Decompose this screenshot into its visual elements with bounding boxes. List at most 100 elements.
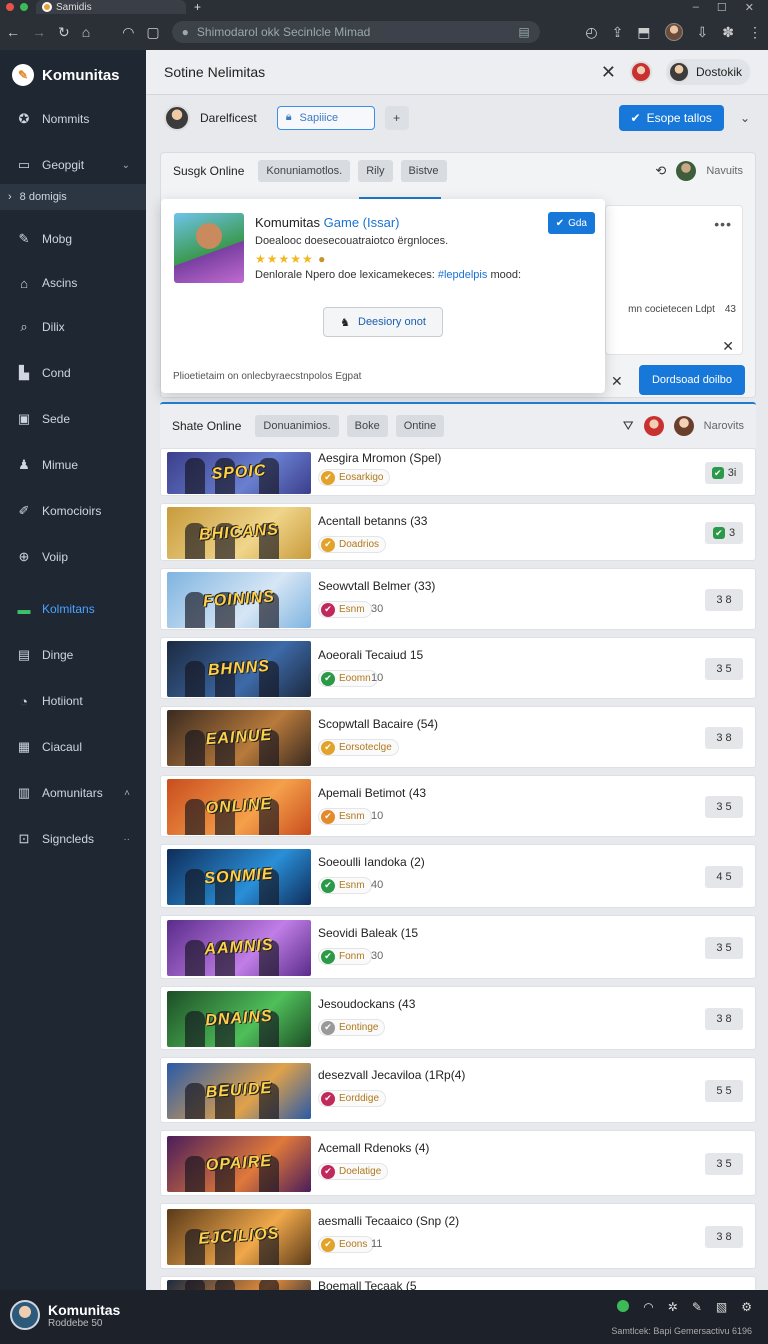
filter-chip[interactable]: Donuanimios. bbox=[255, 415, 339, 437]
sidebar-subitem[interactable]: › 8 domigis bbox=[0, 184, 146, 210]
expand-caret-icon[interactable]: ·· bbox=[123, 834, 130, 845]
game-row[interactable]: FOININS Seowvtall Belmer (33) ✔ Esnm 30 3 8 bbox=[160, 568, 756, 630]
game-name[interactable]: Aesgira Mromon (Spel) bbox=[318, 451, 441, 465]
chevron-down-icon[interactable]: ⌄ bbox=[740, 111, 750, 125]
sidebar-item-kolmitans[interactable]: ▬ Kolmitans bbox=[0, 590, 146, 628]
game-tag[interactable]: ✔ Esnm bbox=[318, 601, 372, 618]
refresh-icon[interactable]: ◠ bbox=[643, 1300, 653, 1314]
game-name[interactable]: Seovidi Baleak (15 bbox=[318, 926, 418, 940]
game-score-badge[interactable]: 3 8 bbox=[705, 589, 743, 611]
game-row[interactable]: BHNNS Aoeorali Tecaiud 15 ✔ Eoomn 10 3 5 bbox=[160, 637, 756, 699]
sidebar-item-nommits[interactable]: ✪ Nommits bbox=[0, 100, 146, 138]
popup-action-button[interactable]: ♞ Deesiory onot bbox=[323, 307, 443, 337]
extension-icon[interactable]: ◠ bbox=[122, 24, 134, 41]
sparkle-icon[interactable]: ✲ bbox=[668, 1300, 678, 1314]
game-name[interactable]: Jesoudockans (43 bbox=[318, 997, 415, 1011]
game-score-badge[interactable]: 3 8 bbox=[705, 727, 743, 749]
sidebar-item-mobg[interactable]: ✎ Mobg bbox=[0, 220, 146, 258]
close-icon[interactable]: ✕ bbox=[722, 338, 734, 355]
refresh-icon[interactable]: ⟲ bbox=[655, 163, 666, 179]
reader-icon[interactable]: ▤ bbox=[518, 25, 529, 39]
game-row[interactable]: DNAINS Jesoudockans (43 ✔ Eontinge 3 8 bbox=[160, 986, 756, 1050]
game-score-badge[interactable]: 3 5 bbox=[705, 1153, 743, 1175]
popup-badge-button[interactable]: ✔ Gda bbox=[547, 212, 595, 234]
game-name[interactable]: Scopwtall Bacaire (54) bbox=[318, 717, 438, 731]
filter-chip[interactable]: Konuniamotlos. bbox=[258, 160, 351, 182]
menu-icon[interactable]: ⋮ bbox=[748, 24, 762, 41]
current-user-avatar[interactable] bbox=[164, 104, 190, 131]
game-row[interactable]: ONLINE Apemali Betimot (43 ✔ Esnm 10 3 5 bbox=[160, 775, 756, 837]
back-icon[interactable]: ← bbox=[6, 24, 20, 40]
game-name[interactable]: Aoeorali Tecaiud 15 bbox=[318, 648, 423, 662]
sidebar-item-komocioirs[interactable]: ✐ Komocioirs bbox=[0, 492, 146, 530]
close-icon[interactable]: ✕ bbox=[745, 1, 754, 14]
friend-avatar[interactable] bbox=[673, 416, 694, 436]
more-options-icon[interactable]: ••• bbox=[714, 216, 732, 232]
sidebar-item-sede[interactable]: ▣ Sede bbox=[0, 400, 146, 438]
edit-icon[interactable]: ✎ bbox=[692, 1300, 702, 1314]
image-icon[interactable]: ▧ bbox=[716, 1300, 727, 1314]
extensions-icon[interactable]: ⬒ bbox=[637, 24, 650, 41]
side-user-avatar[interactable] bbox=[676, 161, 697, 181]
game-row[interactable]: AAMNIS Seovidi Baleak (15 ✔ Fonm 30 3 5 bbox=[160, 915, 756, 979]
forward-icon[interactable]: → bbox=[32, 24, 46, 40]
home-icon[interactable]: ⌂ bbox=[82, 24, 90, 40]
filter-chip[interactable]: Ontine bbox=[395, 415, 445, 437]
game-name[interactable]: aesmalli Tecaaico (Snp (2) bbox=[318, 1214, 459, 1228]
site-info-icon[interactable]: ● bbox=[182, 25, 189, 39]
game-tag[interactable]: ✔ Eosarkigo bbox=[318, 469, 391, 486]
game-tag[interactable]: ✔ Eoons bbox=[318, 1236, 375, 1253]
download-button[interactable]: Dordsoad doilbo bbox=[639, 365, 745, 395]
game-tag[interactable]: ✔ Doelatige bbox=[318, 1163, 389, 1180]
game-tag[interactable]: ✔ Eontinge bbox=[318, 1019, 386, 1036]
game-row[interactable]: EJCILIOS aesmalli Tecaaico (Snp (2) ✔ Eoons… bbox=[160, 1203, 756, 1269]
bookmark-icon[interactable]: ▢ bbox=[146, 24, 159, 41]
close-window-dot[interactable] bbox=[6, 3, 14, 11]
game-score-badge[interactable]: 3 8 bbox=[705, 1008, 743, 1030]
download-icon[interactable]: ⇩ bbox=[697, 24, 709, 41]
game-tag[interactable]: ✔ Eoomn bbox=[318, 670, 378, 687]
game-tag[interactable]: ✔ Esnm bbox=[318, 808, 372, 825]
game-row[interactable]: SPOIC Aesgira Mromon (Spel) ✔ Eosarkigo ✔ 3i bbox=[160, 448, 756, 496]
new-tab-icon[interactable]: + bbox=[194, 0, 201, 14]
game-row[interactable]: BHICANS Acentall betanns (33 ✔ Doadrios ✔ 3 bbox=[160, 503, 756, 561]
game-score-badge[interactable]: 3 5 bbox=[705, 796, 743, 818]
address-bar[interactable]: ● Shimodarol okk Secinlcle Mimad ▤ bbox=[171, 21, 540, 43]
game-score-badge[interactable]: 3 5 bbox=[705, 658, 743, 680]
sidebar-item-ascins[interactable]: ⌂ Ascins bbox=[0, 264, 146, 302]
game-name[interactable]: Acemall Rdenoks (4) bbox=[318, 1141, 429, 1155]
game-score-badge[interactable]: ✔ 3i bbox=[705, 462, 743, 484]
restore-icon[interactable]: ☐ bbox=[717, 1, 727, 14]
sort-icon[interactable]: ⛛ bbox=[623, 418, 634, 434]
maximize-window-dot[interactable] bbox=[20, 3, 28, 11]
game-tag[interactable]: ✔ Doadrios bbox=[318, 536, 387, 553]
status-online-icon[interactable] bbox=[617, 1300, 630, 1312]
expand-caret-icon[interactable]: ⌄ bbox=[122, 160, 130, 171]
profile-avatar[interactable] bbox=[664, 23, 683, 41]
sidebar-item-ciacaul[interactable]: ▦ Ciacaul bbox=[0, 728, 146, 766]
game-name[interactable]: desezvall Jecaviloa (1Rp(4) bbox=[318, 1068, 465, 1082]
reload-icon[interactable]: ↻ bbox=[58, 24, 70, 41]
game-score-badge[interactable]: ✔ 3 bbox=[705, 522, 743, 544]
game-row[interactable]: OPAIRE Acemall Rdenoks (4) ✔ Doelatige 3 5 bbox=[160, 1130, 756, 1196]
close-icon[interactable]: ✕ bbox=[601, 62, 616, 83]
game-tag[interactable]: ✔ Fonm bbox=[318, 948, 372, 965]
sidebar-item-signcleds[interactable]: ⊡ Signcleds ·· bbox=[0, 820, 146, 858]
share-icon[interactable]: ⇪ bbox=[612, 24, 624, 41]
sidebar-item-dilix[interactable]: ⌕ Dilix bbox=[0, 308, 146, 346]
minimize-icon[interactable]: – bbox=[693, 1, 699, 14]
taskbar-app[interactable]: Komunitas Roddebe 50 bbox=[10, 1300, 120, 1330]
user-menu[interactable]: Dostokik bbox=[665, 59, 750, 85]
search-button[interactable]: 🔒︎ Sapiiice bbox=[276, 105, 375, 130]
game-name[interactable]: Apemali Betimot (43 bbox=[318, 786, 426, 800]
game-score-badge[interactable]: 5 5 bbox=[705, 1080, 743, 1102]
sidebar-item-voiip[interactable]: ⊕ Voiip bbox=[0, 538, 146, 576]
sidebar-item-dinge[interactable]: ▤ Dinge bbox=[0, 636, 146, 674]
game-row[interactable]: EAINUE Scopwtall Bacaire (54) ✔ Eorsoteclge… bbox=[160, 706, 756, 768]
game-score-badge[interactable]: 4 5 bbox=[705, 866, 743, 888]
friend-avatar[interactable] bbox=[643, 416, 664, 436]
expand-caret-icon[interactable]: ˄ bbox=[124, 788, 130, 799]
profile-sync-icon[interactable]: ◴ bbox=[585, 24, 597, 41]
game-row[interactable]: BEUIDE desezvall Jecaviloa (1Rp(4) ✔ Eorddi… bbox=[160, 1057, 756, 1123]
game-name[interactable]: Seowvtall Belmer (33) bbox=[318, 579, 435, 593]
